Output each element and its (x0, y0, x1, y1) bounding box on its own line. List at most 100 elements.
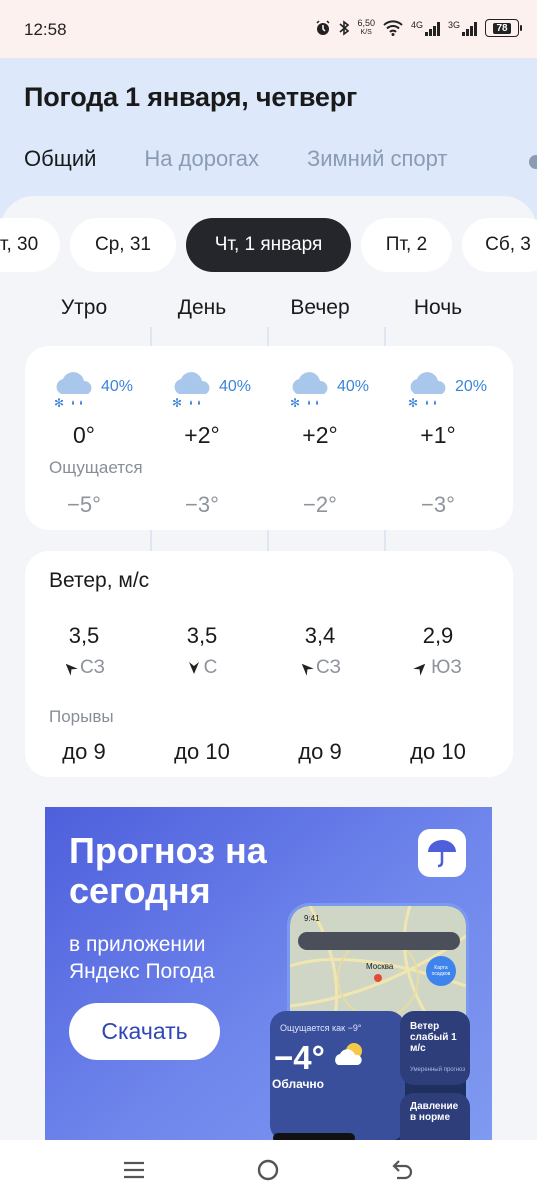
precip-chance: 20% (455, 378, 488, 395)
feels-like-value: −3° (421, 492, 455, 517)
phone-search-bar (298, 932, 460, 950)
status-icons: 6,50 K/S 4G 3G 78 (315, 17, 522, 39)
weather-row: ✻ 40% (143, 364, 261, 412)
svg-text:✻: ✻ (54, 396, 64, 410)
system-nav-bar (0, 1140, 537, 1200)
temperature-value: 0° (73, 422, 95, 448)
period-morning: Утро (60, 296, 108, 319)
weather-row: ✻ 40% (261, 364, 379, 412)
wind-arrow-icon (301, 663, 314, 676)
wind-direction-label: СЗ (80, 657, 105, 678)
wind-speed: 3,5 (186, 623, 218, 648)
period-headers: Утро День Вечер Ночь (25, 296, 513, 320)
battery-icon: 78 (485, 19, 522, 37)
feels-like-value: −2° (303, 492, 337, 517)
wind-direction-label: ЮЗ (431, 657, 462, 678)
promo-subtitle: в приложении Яндекс Погода (69, 933, 215, 983)
svg-text:✻: ✻ (290, 396, 300, 410)
wind-direction-label: СЗ (316, 657, 341, 678)
gust-value: до 9 (298, 739, 342, 764)
phone-feels: Ощущается как −9° (280, 1023, 362, 1033)
day-chip-sat[interactable]: Сб, 3 (462, 218, 537, 272)
phone-home-bar (273, 1133, 355, 1140)
phone-pressure-card: Давление в норме (400, 1093, 470, 1140)
map-pin-icon (374, 974, 382, 982)
feels-like-label: Ощущается (49, 458, 143, 477)
wind-speed: 2,9 (422, 623, 454, 648)
signal-sim1-icon: 4G (411, 20, 440, 36)
download-button[interactable]: Скачать (69, 1003, 220, 1060)
home-icon[interactable] (252, 1156, 284, 1184)
forecast-sheet: т, 30 Ср, 31 Чт, 1 января Пт, 2 Сб, 3 Ут… (0, 196, 537, 1200)
tab-general[interactable]: Общий (24, 146, 96, 172)
gust-value: до 10 (410, 739, 466, 764)
phone-city: Москва (366, 962, 394, 971)
back-icon[interactable] (386, 1156, 418, 1184)
status-time: 12:58 (24, 20, 67, 39)
wind-arrow-icon (188, 662, 199, 674)
cloud-snow-rain-icon: ✻ (172, 372, 210, 410)
menu-icon[interactable] (118, 1156, 150, 1184)
phone-time: 9:41 (304, 914, 320, 923)
day-chip-tue[interactable]: т, 30 (0, 218, 60, 272)
wind-speed: 3,4 (304, 623, 336, 648)
wind-direction: СЗ (25, 657, 143, 679)
sim2-label: 3G (447, 20, 460, 30)
phone-wind-card: Ветер слабый 1 м/с Умеренный прогноз (400, 1011, 470, 1085)
battery-level: 78 (493, 22, 511, 34)
feels-like-value: −5° (67, 492, 101, 517)
phone-pressure-text: Давление в норме (410, 1101, 459, 1123)
status-bar: 12:58 6,50 K/S 4G 3G 78 (0, 0, 537, 58)
temperature-value: +2° (302, 422, 338, 448)
svg-text:✻: ✻ (172, 396, 182, 410)
cloud-snow-rain-icon: ✻ (408, 372, 446, 410)
tab-overflow-indicator (529, 155, 537, 169)
cloud-snow-rain-icon: ✻ (290, 372, 328, 410)
wind-speed: 3,5 (68, 623, 100, 648)
bluetooth-icon (339, 17, 350, 39)
phone-desc: Облачно (272, 1077, 324, 1091)
precip-chance: 40% (101, 378, 134, 395)
precip-chance: 40% (219, 378, 252, 395)
period-night: Ночь (413, 296, 463, 319)
gust-value: до 9 (62, 739, 106, 764)
gusts-label: Порывы (49, 707, 114, 726)
temperature-card: ✻ 40% 0° −5° ✻ 40% +2° −3° ✻ 40% +2° −2°… (25, 346, 513, 530)
wind-direction: СЗ (261, 657, 379, 679)
tab-roads[interactable]: На дорогах (144, 146, 259, 172)
net-speed-value: 6,50 (357, 18, 375, 28)
svg-text:✻: ✻ (408, 396, 418, 410)
wind-direction-label: С (203, 657, 218, 678)
weather-row: ✻ 20% (379, 364, 497, 412)
day-chip-fri[interactable]: Пт, 2 (361, 218, 452, 272)
temperature-value: +1° (420, 422, 456, 448)
phone-temp: −4° (274, 1039, 325, 1076)
precip-map-button: Карта осадков (426, 956, 456, 986)
sim1-label: 4G (410, 20, 423, 30)
phone-wind-sub: Умеренный прогноз (410, 1067, 466, 1073)
temperature-value: +2° (184, 422, 220, 448)
sun-cloud-icon (335, 1043, 362, 1065)
day-chip-wed[interactable]: Ср, 31 (70, 218, 176, 272)
tab-bar: Общий На дорогах Зимний спорт (24, 146, 448, 172)
signal-sim2-icon: 3G (448, 20, 477, 36)
wind-title: Ветер, м/с (49, 569, 150, 592)
phone-wind-text: Ветер слабый 1 м/с (410, 1021, 457, 1054)
tab-winter-sport[interactable]: Зимний спорт (307, 146, 448, 172)
promo-banner[interactable]: Прогноз на сегодня в приложении Яндекс П… (45, 807, 492, 1140)
weather-row: ✻ 40% (25, 364, 143, 412)
wind-arrow-icon (413, 663, 426, 676)
wind-card: Ветер, м/с 3,5 3,5 3,4 2,9 СЗ С СЗ ЮЗ По… (25, 551, 513, 777)
period-day: День (177, 296, 227, 319)
promo-title: Прогноз на сегодня (69, 830, 267, 911)
period-evening: Вечер (290, 296, 350, 319)
day-selector: т, 30 Ср, 31 Чт, 1 января Пт, 2 Сб, 3 (0, 218, 537, 274)
wind-direction: ЮЗ (379, 657, 497, 679)
page-title: Погода 1 января, четверг (24, 82, 358, 112)
cloud-snow-rain-icon: ✻ (54, 372, 92, 410)
net-speed-unit: K/S (360, 29, 372, 36)
phone-weather-card: Ощущается как −9° −4° Облачно (270, 1011, 405, 1140)
day-chip-thu[interactable]: Чт, 1 января (186, 218, 351, 272)
precip-chance: 40% (337, 378, 370, 395)
wind-arrow-icon (65, 663, 78, 676)
